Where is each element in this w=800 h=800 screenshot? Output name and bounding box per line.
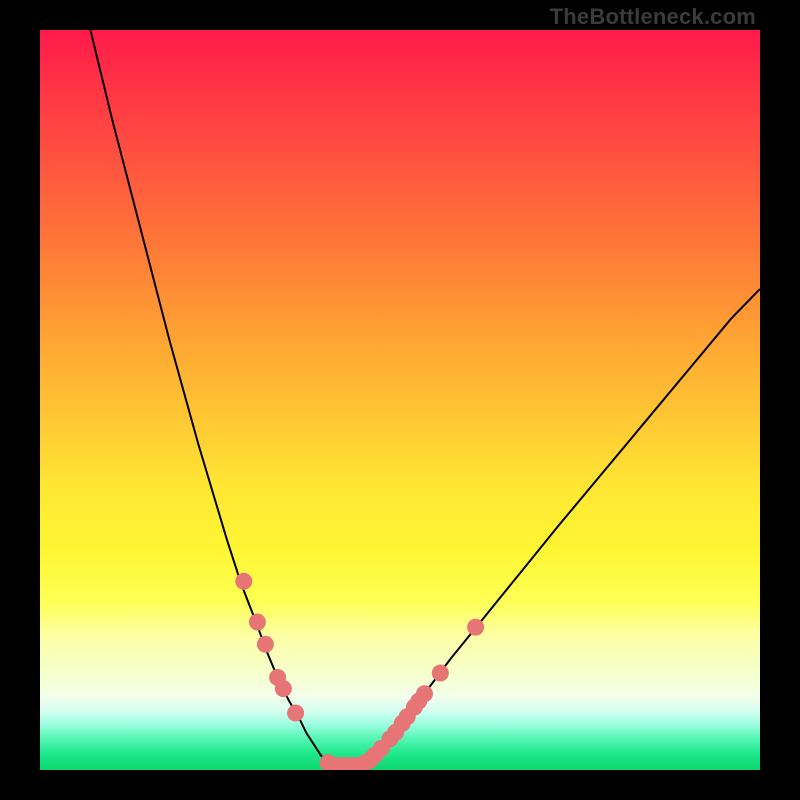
bottleneck-curve [90, 30, 760, 766]
watermark-text: TheBottleneck.com [550, 4, 756, 30]
data-marker [467, 619, 484, 636]
chart-svg [40, 30, 760, 770]
data-marker [249, 614, 266, 631]
curve-group [90, 30, 760, 766]
data-marker [257, 636, 274, 653]
chart-container: TheBottleneck.com [0, 0, 800, 800]
data-marker [235, 573, 252, 590]
data-marker [416, 685, 433, 702]
data-marker [432, 665, 449, 682]
marker-group [235, 573, 484, 770]
data-marker [287, 705, 304, 722]
plot-area [40, 30, 760, 770]
data-marker [275, 680, 292, 697]
